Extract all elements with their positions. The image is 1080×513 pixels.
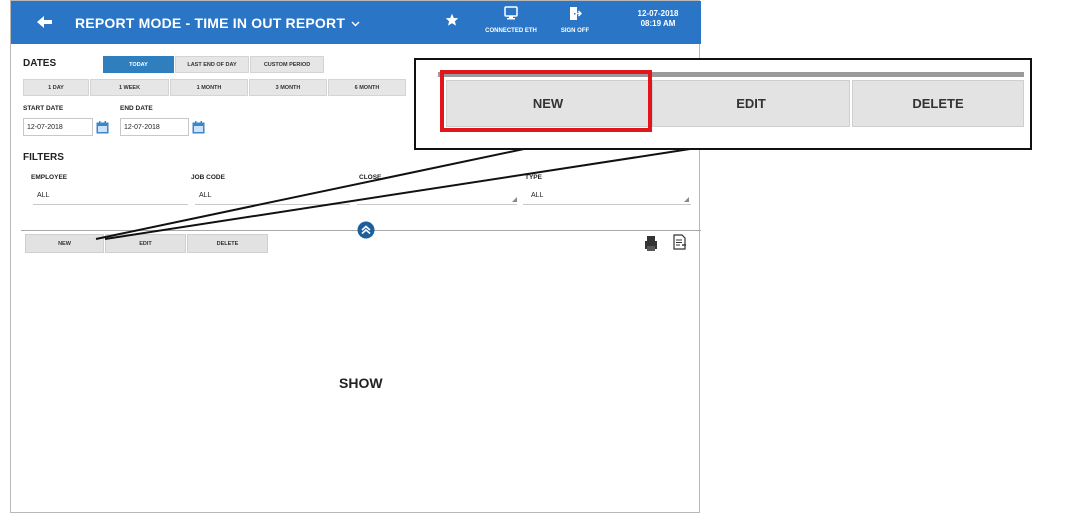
job-code-label: JOB CODE [191,174,225,181]
tab-last-end-of-day[interactable]: LAST END OF DAY [175,56,249,73]
page-title: REPORT MODE - TIME IN OUT REPORT [75,15,346,31]
new-button[interactable]: NEW [25,234,104,253]
range-3-month[interactable]: 3 MONTH [249,79,327,96]
header-time: 08:19 AM [640,19,676,28]
calendar-icon[interactable] [96,121,109,134]
connection-status[interactable]: CONNECTED ETH [481,6,541,34]
edit-button[interactable]: EDIT [105,234,186,253]
sign-off-label: SIGN OFF [560,28,590,34]
type-label: TYPE [525,174,542,181]
zoom-delete-button[interactable]: DELETE [852,80,1024,127]
type-underline [523,204,691,205]
exit-door-icon [570,7,583,20]
employee-label: EMPLOYEE [31,174,68,181]
range-6-month[interactable]: 6 MONTH [328,79,406,96]
job-code-underline [195,204,350,205]
delete-button[interactable]: DELETE [187,234,268,253]
monitor-icon [504,6,518,20]
date-time: 12-07-2018 08:19 AM [623,9,693,29]
employee-underline [33,204,188,205]
employee-select[interactable]: ALL [37,192,49,199]
dropdown-arrow-icon[interactable] [684,197,689,202]
printer-icon[interactable] [645,236,657,256]
end-date-field[interactable]: 12-07-2018 [120,118,189,136]
range-1-week[interactable]: 1 WEEK [90,79,169,96]
range-1-month[interactable]: 1 MONTH [170,79,248,96]
tab-custom-period[interactable]: CUSTOM PERIOD [250,56,324,73]
job-code-select[interactable]: ALL [199,192,211,199]
closed-underline [357,204,517,205]
start-date-label: START DATE [23,105,64,112]
start-date-field[interactable]: 12-07-2018 [23,118,93,136]
zoom-edit-button[interactable]: EDIT [652,80,850,127]
calendar-icon[interactable] [192,121,205,134]
sign-off-button[interactable]: SIGN OFF [553,6,597,34]
show-placeholder-text: SHOW [339,375,383,391]
header-bar: REPORT MODE - TIME IN OUT REPORT CONNECT… [11,1,701,44]
back-arrow-icon[interactable] [33,11,57,33]
title-dropdown[interactable]: REPORT MODE - TIME IN OUT REPORT [75,14,360,32]
header-date: 12-07-2018 [637,9,679,18]
highlight-box [440,70,652,132]
chevron-down-icon [351,14,360,32]
tab-today[interactable]: TODAY [103,56,174,73]
filters-label: FILTERS [23,152,64,163]
zoom-callout: NEW EDIT DELETE [414,58,1032,150]
connection-label: CONNECTED ETH [485,28,537,34]
range-1-day[interactable]: 1 DAY [23,79,89,96]
type-select[interactable]: ALL [531,192,543,199]
collapse-up-icon[interactable] [357,221,375,239]
dates-label: DATES [23,58,57,69]
star-icon[interactable] [445,13,459,32]
export-document-icon[interactable] [673,234,687,255]
closed-label: CLOSE [359,174,382,181]
dropdown-arrow-icon[interactable] [512,197,517,202]
end-date-label: END DATE [120,105,153,112]
